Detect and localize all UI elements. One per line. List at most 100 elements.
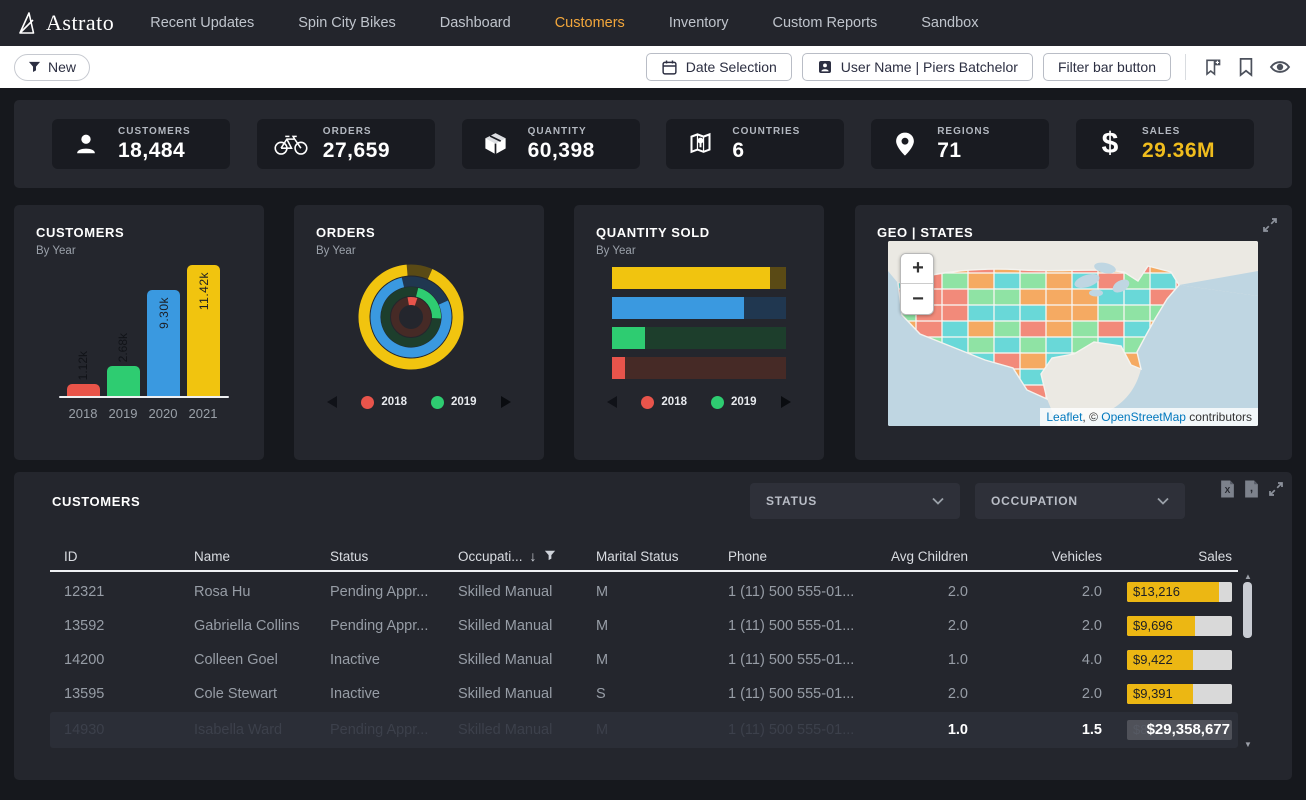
legend-next-arrow-icon[interactable] bbox=[501, 396, 511, 408]
state-shape[interactable] bbox=[994, 337, 1021, 354]
legend-dot-icon bbox=[711, 396, 724, 409]
zoom-in-button[interactable]: + bbox=[901, 254, 934, 284]
nav-item-spin-city-bikes[interactable]: Spin City Bikes bbox=[298, 15, 396, 31]
bar-2020[interactable]: 9.30k bbox=[147, 290, 180, 397]
state-shape[interactable] bbox=[1098, 305, 1125, 322]
column-header-phone[interactable]: Phone bbox=[728, 549, 878, 564]
hbar-2019[interactable] bbox=[612, 327, 786, 349]
legend-item-2018[interactable]: 2018 bbox=[641, 396, 687, 409]
dollar-icon: $ bbox=[1092, 129, 1128, 159]
column-header-vehicles[interactable]: Vehicles bbox=[968, 549, 1102, 564]
bar-2019[interactable] bbox=[107, 366, 140, 397]
state-shape[interactable] bbox=[1020, 273, 1047, 290]
expand-icon[interactable] bbox=[1268, 481, 1284, 497]
state-shape[interactable] bbox=[968, 289, 995, 306]
occupation-dropdown[interactable]: OCCUPATION bbox=[975, 483, 1185, 519]
state-shape[interactable] bbox=[942, 321, 969, 338]
state-shape[interactable] bbox=[994, 289, 1021, 306]
state-shape[interactable] bbox=[1020, 289, 1047, 306]
legend-label: 2019 bbox=[731, 396, 757, 408]
cell-id: 14200 bbox=[64, 652, 194, 668]
pin-icon bbox=[887, 131, 923, 157]
status-dropdown[interactable]: STATUS bbox=[750, 483, 960, 519]
nav-item-custom-reports[interactable]: Custom Reports bbox=[772, 15, 877, 31]
state-shape[interactable] bbox=[994, 273, 1021, 290]
hbar-2020[interactable] bbox=[612, 297, 786, 319]
column-header-status[interactable]: Status bbox=[330, 549, 458, 564]
leaflet-map[interactable]: + − Leaflet, © OpenStreetMap contributor… bbox=[888, 241, 1258, 426]
export-csv-icon[interactable]: , bbox=[1244, 480, 1259, 498]
eye-icon[interactable] bbox=[1268, 55, 1292, 79]
legend-prev-arrow-icon[interactable] bbox=[327, 396, 337, 408]
state-shape[interactable] bbox=[942, 289, 969, 306]
table-scrollbar[interactable]: ▲ ▼ bbox=[1242, 572, 1254, 748]
legend-prev-arrow-icon[interactable] bbox=[607, 396, 617, 408]
hbar-2018[interactable] bbox=[612, 357, 786, 379]
legend-item-2018[interactable]: 2018 bbox=[361, 396, 407, 409]
column-header-name[interactable]: Name bbox=[194, 549, 330, 564]
state-shape[interactable] bbox=[1072, 321, 1099, 338]
table-row-14200[interactable]: 14200Colleen GoelInactiveSkilled ManualM… bbox=[14, 643, 1254, 677]
user-name-button[interactable]: User Name | Piers Batchelor bbox=[802, 53, 1033, 81]
state-shape[interactable] bbox=[1046, 321, 1073, 338]
legend-item-2019[interactable]: 2019 bbox=[431, 396, 477, 409]
sort-descending-icon[interactable]: ↓ bbox=[530, 548, 537, 564]
bar-2021[interactable]: 11.42k bbox=[187, 265, 220, 397]
hbar-2021[interactable] bbox=[612, 267, 786, 289]
scrollbar-thumb[interactable] bbox=[1243, 582, 1252, 638]
table-row-13592[interactable]: 13592Gabriella CollinsPending Appr...Ski… bbox=[14, 609, 1254, 643]
state-shape[interactable] bbox=[1020, 305, 1047, 322]
legend-next-arrow-icon[interactable] bbox=[781, 396, 791, 408]
table-row-13595[interactable]: 13595Cole StewartInactiveSkilled ManualS… bbox=[14, 677, 1254, 711]
us-states-map bbox=[888, 241, 1258, 426]
nav-item-customers[interactable]: Customers bbox=[555, 15, 625, 31]
state-shape[interactable] bbox=[1124, 305, 1151, 322]
state-shape[interactable] bbox=[994, 305, 1021, 322]
scroll-down-arrow[interactable]: ▼ bbox=[1243, 740, 1253, 749]
new-filter-button[interactable]: New bbox=[14, 54, 90, 81]
state-shape[interactable] bbox=[968, 305, 995, 322]
expand-icon[interactable] bbox=[1262, 217, 1278, 233]
legend-item-2019[interactable]: 2019 bbox=[711, 396, 757, 409]
bookmark-icon[interactable] bbox=[1234, 55, 1258, 79]
kpi-label: ORDERS bbox=[323, 126, 390, 137]
column-header-marital-status[interactable]: Marital Status bbox=[596, 549, 728, 564]
state-shape[interactable] bbox=[1072, 305, 1099, 322]
state-shape[interactable] bbox=[994, 321, 1021, 338]
state-shape[interactable] bbox=[1020, 337, 1047, 354]
nav-item-inventory[interactable]: Inventory bbox=[669, 15, 729, 31]
state-shape[interactable] bbox=[1046, 273, 1073, 290]
state-shape[interactable] bbox=[968, 321, 995, 338]
hbar-fill-2018 bbox=[612, 357, 625, 379]
column-header-avg-children[interactable]: Avg Children bbox=[878, 549, 968, 564]
state-shape[interactable] bbox=[968, 337, 995, 354]
column-header-id[interactable]: ID bbox=[64, 549, 194, 564]
openstreetmap-link[interactable]: OpenStreetMap bbox=[1101, 410, 1186, 424]
orders-donut-chart[interactable] bbox=[294, 243, 544, 391]
leaflet-link[interactable]: Leaflet bbox=[1046, 410, 1082, 424]
bookmark-add-icon[interactable] bbox=[1200, 55, 1224, 79]
cell-occupation: Skilled Manual bbox=[458, 584, 596, 600]
table-row-12321[interactable]: 12321Rosa HuPending Appr...Skilled Manua… bbox=[14, 575, 1254, 609]
state-shape[interactable] bbox=[1046, 289, 1073, 306]
filter-bar-button[interactable]: Filter bar button bbox=[1043, 53, 1171, 81]
export-excel-icon[interactable]: X bbox=[1220, 480, 1235, 498]
column-filter-icon[interactable] bbox=[544, 549, 556, 564]
state-shape[interactable] bbox=[1020, 321, 1047, 338]
column-header-occupati[interactable]: Occupati...↓ bbox=[458, 548, 596, 564]
state-shape[interactable] bbox=[942, 273, 969, 290]
column-header-sales[interactable]: Sales bbox=[1102, 549, 1232, 564]
nav-item-dashboard[interactable]: Dashboard bbox=[440, 15, 511, 31]
state-shape[interactable] bbox=[1098, 321, 1125, 338]
state-shape[interactable] bbox=[942, 305, 969, 322]
state-shape[interactable] bbox=[1046, 305, 1073, 322]
scroll-up-arrow[interactable]: ▲ bbox=[1243, 572, 1253, 581]
state-shape[interactable] bbox=[1046, 337, 1073, 354]
state-shape[interactable] bbox=[968, 273, 995, 290]
nav-item-recent-updates[interactable]: Recent Updates bbox=[150, 15, 254, 31]
date-selection-button[interactable]: Date Selection bbox=[646, 53, 792, 81]
state-shape[interactable] bbox=[1020, 353, 1047, 370]
state-shape[interactable] bbox=[1124, 289, 1151, 306]
zoom-out-button[interactable]: − bbox=[901, 284, 934, 314]
nav-item-sandbox[interactable]: Sandbox bbox=[921, 15, 978, 31]
